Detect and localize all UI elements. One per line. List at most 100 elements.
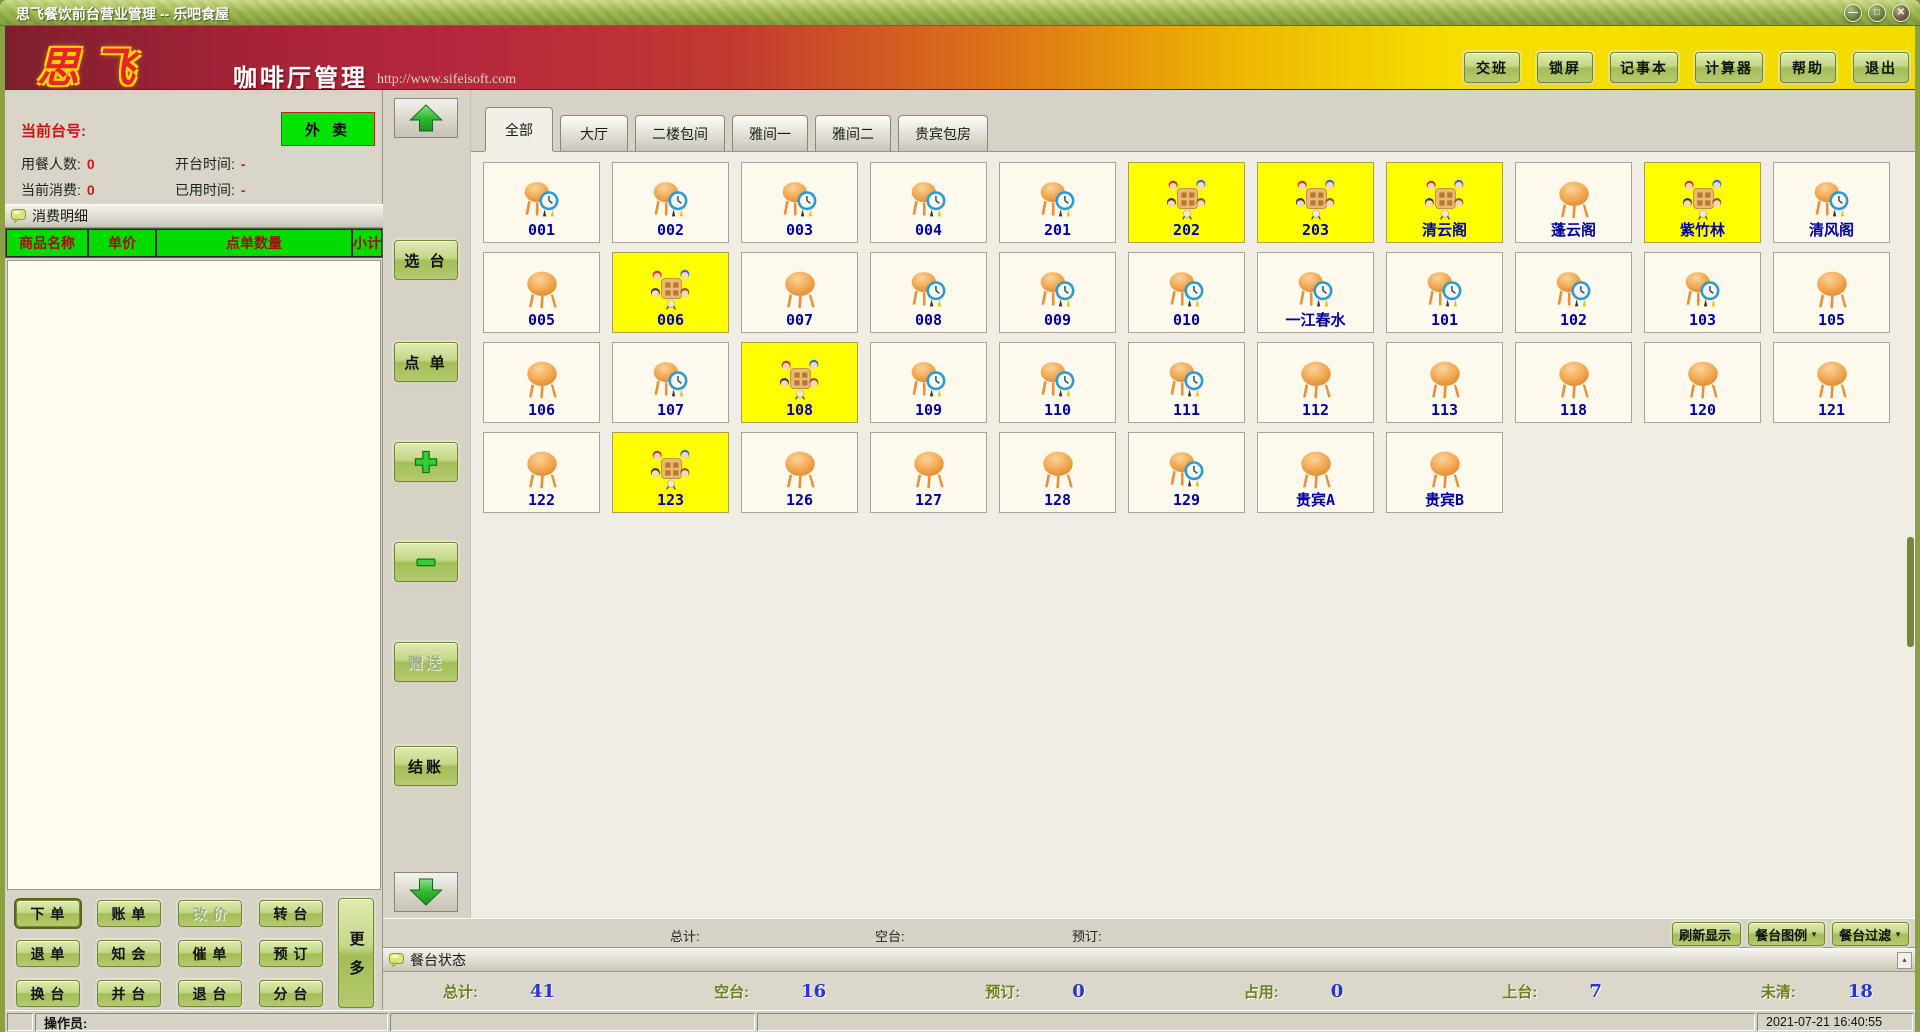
empty-table-icon: [1419, 447, 1471, 491]
table-cell[interactable]: 001: [483, 162, 600, 243]
zone-tab[interactable]: 全部: [485, 107, 553, 151]
table-cell[interactable]: 111: [1128, 342, 1245, 423]
summary-button[interactable]: 餐台过滤▼: [1832, 922, 1909, 946]
table-cell[interactable]: 107: [612, 342, 729, 423]
header-button[interactable]: 计算器: [1695, 52, 1763, 83]
detail-column-header[interactable]: 商品名称: [7, 230, 87, 256]
table-cell[interactable]: 122: [483, 432, 600, 513]
table-cell[interactable]: 贵宾A: [1257, 432, 1374, 513]
table-cell[interactable]: 清风阁: [1773, 162, 1890, 243]
table-cell[interactable]: 110: [999, 342, 1116, 423]
zone-tab[interactable]: 雅间二: [815, 115, 891, 151]
zone-tab[interactable]: 二楼包间: [635, 115, 725, 151]
detail-list-body[interactable]: [7, 260, 381, 890]
table-cell[interactable]: 002: [612, 162, 729, 243]
close-button[interactable]: ✕: [1892, 4, 1910, 22]
header-button[interactable]: 交班: [1464, 52, 1520, 83]
action-button[interactable]: 知 会: [97, 940, 161, 967]
table-cell[interactable]: 127: [870, 432, 987, 513]
scroll-up-button[interactable]: [394, 98, 458, 138]
action-button[interactable]: 下 单: [16, 900, 80, 927]
window-titlebar[interactable]: 思飞餐饮前台营业管理 -- 乐吧食屋 — □ ✕: [0, 0, 1920, 26]
table-cell[interactable]: 203: [1257, 162, 1374, 243]
stat-value: 0: [1072, 981, 1085, 1002]
table-cell[interactable]: 103: [1644, 252, 1761, 333]
subtract-button[interactable]: [394, 542, 458, 582]
table-cell[interactable]: 102: [1515, 252, 1632, 333]
vendor-url: http://www.sifeisoft.com: [377, 72, 516, 88]
section-scroll-button[interactable]: ▲: [1897, 952, 1912, 969]
seated-table-icon: [1290, 177, 1342, 221]
summary-button[interactable]: 餐台图例▼: [1748, 922, 1825, 946]
select-table-button[interactable]: 选 台: [394, 240, 458, 280]
table-cell[interactable]: 贵宾B: [1386, 432, 1503, 513]
checkout-button[interactable]: 结账: [394, 746, 458, 786]
table-cell[interactable]: 112: [1257, 342, 1374, 423]
header-banner: 思飞 咖啡厅管理 http://www.sifeisoft.com 交班锁屏记事…: [5, 26, 1915, 90]
operator-segment: 操作员:: [35, 1013, 388, 1031]
table-cell[interactable]: 009: [999, 252, 1116, 333]
table-cell[interactable]: 113: [1386, 342, 1503, 423]
action-button[interactable]: 账 单: [97, 900, 161, 927]
table-cell[interactable]: 005: [483, 252, 600, 333]
add-button[interactable]: [394, 442, 458, 482]
table-cell[interactable]: 202: [1128, 162, 1245, 243]
table-name: 009: [1044, 311, 1071, 329]
table-cell[interactable]: 一江春水: [1257, 252, 1374, 333]
detail-column-header[interactable]: 小计: [353, 230, 381, 256]
minimize-button[interactable]: —: [1844, 4, 1862, 22]
table-cell[interactable]: 004: [870, 162, 987, 243]
table-cell[interactable]: 108: [741, 342, 858, 423]
action-button[interactable]: 分 台: [259, 980, 323, 1007]
maximize-button[interactable]: □: [1868, 4, 1886, 22]
grid-scrollbar-thumb[interactable]: [1907, 537, 1914, 647]
takeout-button[interactable]: 外 卖: [281, 112, 375, 146]
table-cell[interactable]: 010: [1128, 252, 1245, 333]
table-cell[interactable]: 紫竹林: [1644, 162, 1761, 243]
table-cell[interactable]: 106: [483, 342, 600, 423]
table-cell[interactable]: 121: [1773, 342, 1890, 423]
table-cell[interactable]: 126: [741, 432, 858, 513]
table-cell[interactable]: 101: [1386, 252, 1503, 333]
table-cell[interactable]: 006: [612, 252, 729, 333]
empty-table-icon: [1419, 357, 1471, 401]
action-button[interactable]: 退 单: [16, 940, 80, 967]
header-button[interactable]: 记事本: [1610, 52, 1678, 83]
action-button[interactable]: 改 价: [178, 900, 242, 927]
scroll-down-button[interactable]: [394, 872, 458, 912]
action-button[interactable]: 催 单: [178, 940, 242, 967]
more-button[interactable]: 更多: [338, 898, 374, 1008]
action-button[interactable]: 转 台: [259, 900, 323, 927]
unclear-table-icon: [1161, 357, 1213, 401]
zone-tab[interactable]: 贵宾包房: [898, 115, 988, 151]
table-cell[interactable]: 123: [612, 432, 729, 513]
gift-button[interactable]: 赠送: [394, 642, 458, 682]
zone-tab[interactable]: 雅间一: [732, 115, 808, 151]
table-cell[interactable]: 129: [1128, 432, 1245, 513]
table-cell[interactable]: 003: [741, 162, 858, 243]
header-button[interactable]: 帮助: [1780, 52, 1836, 83]
table-cell[interactable]: 109: [870, 342, 987, 423]
table-cell[interactable]: 007: [741, 252, 858, 333]
action-button[interactable]: 预 订: [259, 940, 323, 967]
unclear-table-icon: [1032, 177, 1084, 221]
action-button[interactable]: 并 台: [97, 980, 161, 1007]
table-cell[interactable]: 201: [999, 162, 1116, 243]
header-button[interactable]: 锁屏: [1537, 52, 1593, 83]
action-button[interactable]: 退 台: [178, 980, 242, 1007]
table-cell[interactable]: 008: [870, 252, 987, 333]
table-cell[interactable]: 105: [1773, 252, 1890, 333]
table-cell[interactable]: 118: [1515, 342, 1632, 423]
summary-button[interactable]: 刷新显示: [1672, 922, 1741, 946]
table-cell[interactable]: 清云阁: [1386, 162, 1503, 243]
detail-column-header[interactable]: 单价: [89, 230, 155, 256]
detail-column-header[interactable]: 点单数量: [157, 230, 351, 256]
zone-tab[interactable]: 大厅: [560, 115, 628, 151]
table-cell[interactable]: 蓬云阁: [1515, 162, 1632, 243]
header-button[interactable]: 退出: [1853, 52, 1909, 83]
table-cell[interactable]: 128: [999, 432, 1116, 513]
action-button[interactable]: 换 台: [16, 980, 80, 1007]
order-button[interactable]: 点 单: [394, 342, 458, 382]
table-cell[interactable]: 120: [1644, 342, 1761, 423]
consumption-detail-title: 消费明细: [32, 206, 88, 226]
